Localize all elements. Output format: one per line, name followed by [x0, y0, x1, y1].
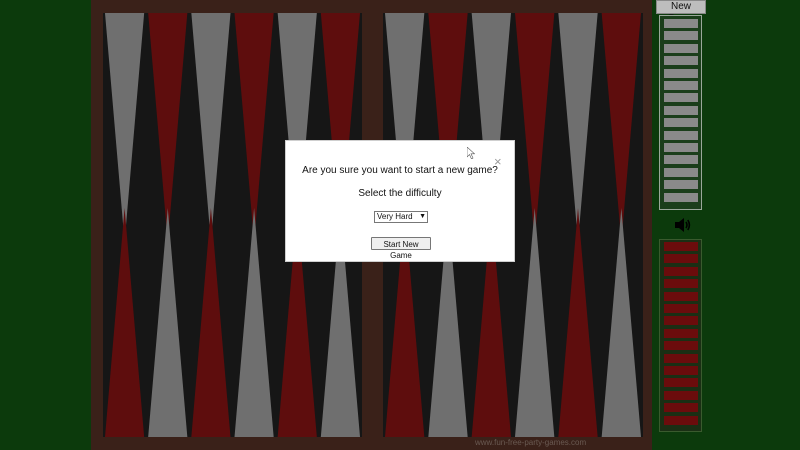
borne-off-checker — [664, 31, 698, 41]
borne-off-checker — [664, 43, 698, 53]
borne-off-checker — [664, 130, 698, 140]
board-point-top-4[interactable] — [515, 13, 555, 242]
borne-off-checker — [664, 291, 698, 301]
chevron-down-icon: ▼ — [419, 213, 426, 220]
board-point-bottom-2[interactable] — [148, 208, 188, 437]
borne-off-checker — [664, 279, 698, 289]
borne-off-checker — [664, 242, 698, 251]
difficulty-select[interactable]: Very Hard ▼ — [374, 211, 428, 223]
borne-off-checker — [664, 366, 698, 375]
borne-off-checker — [664, 316, 698, 326]
dialog-subtitle: Select the difficulty — [358, 188, 442, 199]
board-point-top-5[interactable] — [558, 13, 598, 242]
board-point-top-2[interactable] — [148, 13, 188, 242]
borne-off-checker — [664, 304, 698, 313]
board-point-top-6[interactable] — [601, 13, 641, 242]
board-point-bottom-3[interactable] — [191, 208, 231, 437]
board-point-bottom-5[interactable] — [558, 208, 598, 437]
borne-off-tray-player — [659, 15, 702, 210]
board-point-top-4[interactable] — [234, 13, 274, 242]
board-point-bottom-4[interactable] — [515, 208, 555, 437]
borne-off-checker — [664, 266, 698, 276]
board-point-top-1[interactable] — [105, 13, 145, 242]
mouse-cursor-icon — [467, 147, 475, 159]
board-point-bottom-4[interactable] — [234, 208, 274, 437]
borne-off-checker — [664, 19, 698, 28]
new-game-dialog: × Are you sure you want to start a new g… — [285, 140, 515, 262]
difficulty-selected-value: Very Hard — [377, 212, 413, 221]
borne-off-checker — [664, 155, 698, 165]
board-point-top-3[interactable] — [191, 13, 231, 242]
borne-off-checker — [664, 403, 698, 413]
borne-off-checker — [664, 378, 698, 388]
borne-off-tray-computer — [659, 239, 702, 432]
borne-off-checker — [664, 68, 698, 78]
watermark: www.fun-free-party-games.com — [475, 438, 587, 447]
dialog-question: Are you sure you want to start a new gam… — [302, 165, 498, 176]
borne-off-checker — [664, 353, 698, 363]
borne-off-checker — [664, 192, 698, 202]
speaker-icon[interactable] — [673, 216, 691, 234]
borne-off-checker — [664, 93, 698, 103]
borne-off-checker — [664, 118, 698, 128]
borne-off-checker — [664, 341, 698, 351]
new-game-button[interactable]: New Game — [656, 0, 706, 24]
borne-off-checker — [664, 56, 698, 66]
start-new-game-button[interactable]: Start New Game — [371, 237, 431, 260]
borne-off-checker — [664, 105, 698, 115]
borne-off-checker — [664, 143, 698, 152]
borne-off-checker — [664, 390, 698, 400]
borne-off-checker — [664, 254, 698, 264]
borne-off-checker — [664, 415, 698, 425]
board-point-bottom-1[interactable] — [105, 208, 145, 437]
board-point-bottom-6[interactable] — [601, 208, 641, 437]
borne-off-checker — [664, 81, 698, 90]
borne-off-checker — [664, 167, 698, 177]
borne-off-checker — [664, 328, 698, 338]
borne-off-checker — [664, 180, 698, 190]
